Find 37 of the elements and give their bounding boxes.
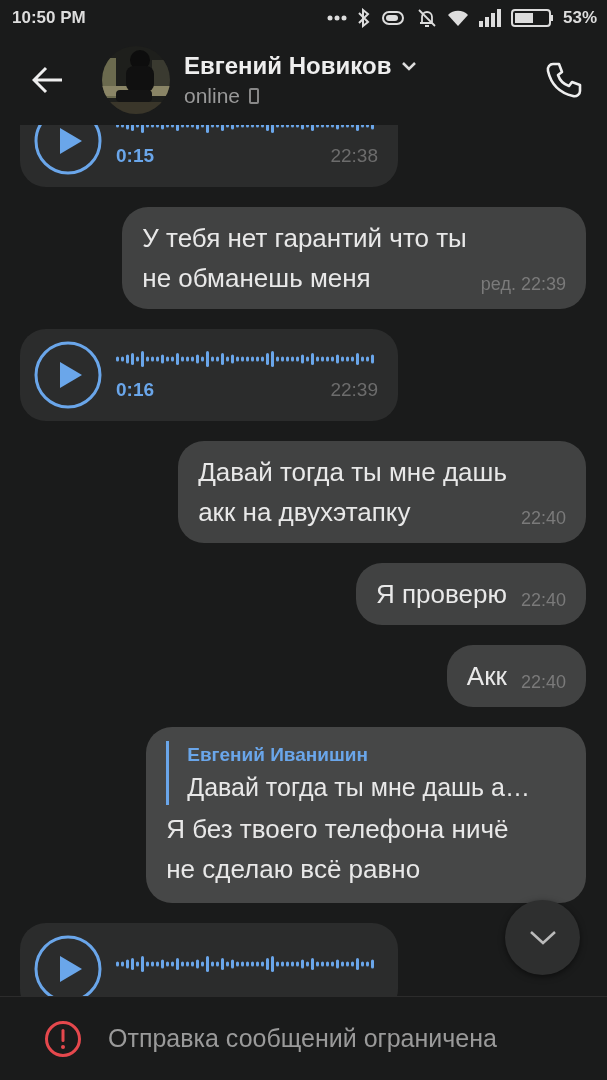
bluetooth-icon — [356, 7, 371, 28]
phone-device-icon — [248, 87, 261, 105]
battery-percent: 53% — [562, 7, 597, 28]
voice-duration: 0:15 — [116, 145, 155, 167]
message-text: Я без твоего телефона ничё не сделаю всё равно — [166, 813, 509, 886]
muted-bell-icon — [416, 7, 437, 28]
play-button-icon[interactable] — [34, 341, 102, 409]
online-status: online — [184, 84, 241, 108]
chevron-down-icon[interactable] — [401, 61, 418, 71]
restriction-notice: Отправка сообщений ограничена — [108, 1024, 497, 1053]
voice-duration: 0:16 — [116, 379, 155, 401]
message-time: 22:40 — [520, 671, 566, 694]
chevron-down-icon — [528, 929, 557, 946]
message-time: ред. 22:39 — [480, 273, 566, 296]
message-text: Я проверю — [376, 578, 507, 611]
battery-saver-icon — [380, 8, 407, 27]
phone-call-icon[interactable] — [545, 61, 583, 99]
quoted-message[interactable]: Евгений Иванишин Давай тогда ты мне дашь а… — [166, 741, 530, 805]
play-button-icon[interactable] — [34, 935, 102, 996]
back-arrow-icon[interactable] — [32, 66, 64, 94]
message-time: 22:40 — [520, 589, 566, 612]
signal-icon — [478, 8, 501, 27]
contact-name[interactable]: Евгений Новиков — [184, 52, 392, 80]
message-time: 22:40 — [520, 507, 566, 530]
message-text: У тебя нет гарантий что ты не обманешь меня — [142, 222, 467, 295]
message-text: Акк — [466, 660, 507, 693]
message-time: 22:39 — [330, 379, 378, 401]
battery-icon — [510, 8, 553, 27]
play-button-icon[interactable] — [34, 125, 102, 175]
status-time: 10:50 PM — [12, 7, 86, 28]
message-text: Давай тогда ты мне дашь акк на двухэтапку — [198, 456, 507, 529]
message-time: 22:38 — [330, 145, 378, 167]
quote-author: Евгений Иванишин — [187, 743, 369, 767]
quote-text: Давай тогда ты мне дашь а… — [187, 772, 530, 803]
error-icon — [44, 1019, 82, 1058]
wifi-icon — [446, 8, 469, 27]
more-dots-icon — [326, 14, 347, 21]
